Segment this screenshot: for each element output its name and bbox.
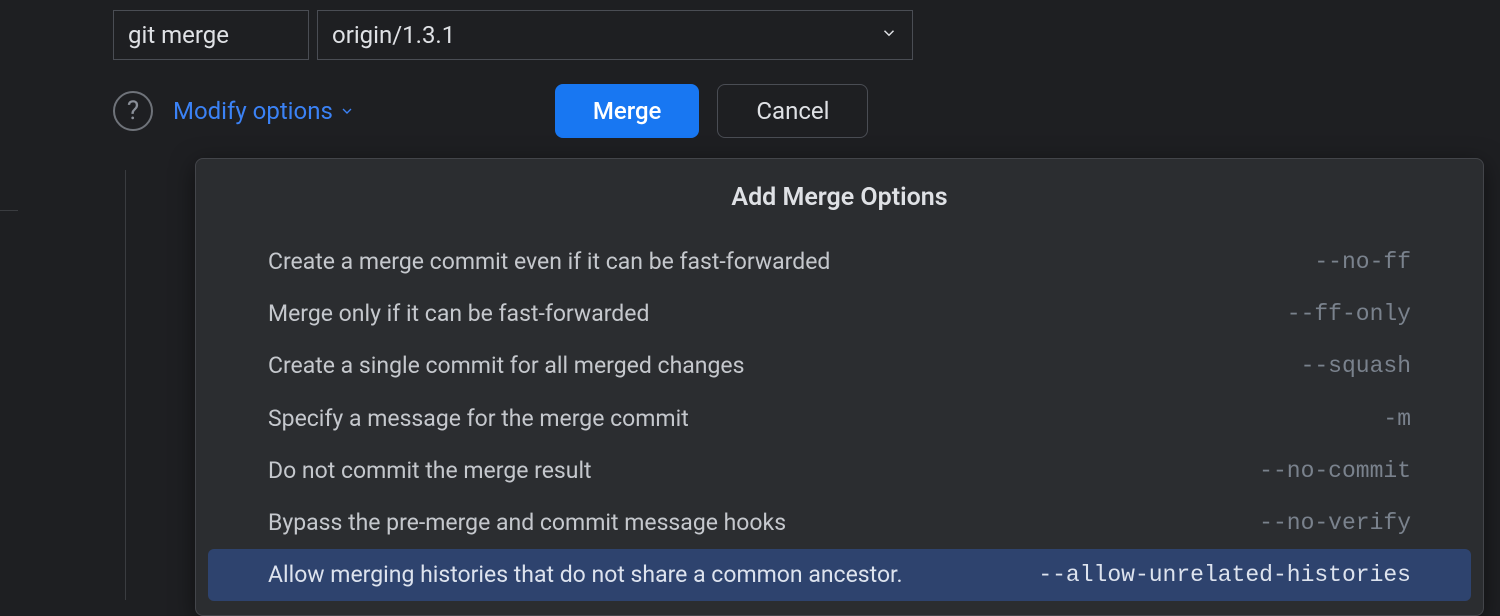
option-flag: --no-verify [1259,507,1411,539]
merge-button[interactable]: Merge [555,84,700,138]
option-desc: Bypass the pre-merge and commit message … [268,507,786,539]
merge-options-panel: Add Merge Options Create a merge commit … [195,158,1484,616]
question-mark-icon: ? [127,96,139,126]
option-flag: --no-ff [1314,246,1411,278]
chevron-down-icon [880,24,898,47]
panel-title: Add Merge Options [196,183,1483,212]
merge-dialog-top: git merge origin/1.3.1 ? Modify options … [113,10,913,138]
option-flag: --squash [1301,350,1411,382]
option-desc: Do not commit the merge result [268,455,592,487]
cancel-button[interactable]: Cancel [717,84,868,138]
option-row[interactable]: Do not commit the merge result --no-commi… [196,445,1483,497]
option-row[interactable]: Merge only if it can be fast-forwarded --… [196,288,1483,340]
option-desc: Create a single commit for all merged ch… [268,350,744,382]
command-row: git merge origin/1.3.1 [113,10,913,60]
option-flag: --allow-unrelated-histories [1038,559,1411,591]
branch-select[interactable]: origin/1.3.1 [317,10,913,60]
option-flag: --no-commit [1259,455,1411,487]
option-desc: Specify a message for the merge commit [268,403,689,435]
option-row[interactable]: Bypass the pre-merge and commit message … [196,497,1483,549]
tree-guide-stub [0,210,18,211]
options-list: Create a merge commit even if it can be … [196,236,1483,601]
tree-guide-line [125,170,126,600]
option-row[interactable]: Create a single commit for all merged ch… [196,340,1483,392]
modify-options-link[interactable]: Modify options [173,97,355,125]
option-row[interactable]: Specify a message for the merge commit -m [196,393,1483,445]
option-row[interactable]: Allow merging histories that do not shar… [208,549,1471,601]
option-row[interactable]: Create a merge commit even if it can be … [196,236,1483,288]
option-desc: Allow merging histories that do not shar… [268,559,903,591]
chevron-down-icon [339,97,355,125]
option-flag: --ff-only [1287,298,1411,330]
branch-value: origin/1.3.1 [332,21,455,49]
git-command-text: git merge [128,21,229,49]
help-icon[interactable]: ? [113,91,153,131]
controls-row: ? Modify options Merge Cancel [113,84,913,138]
option-desc: Create a merge commit even if it can be … [268,246,830,278]
modify-options-label: Modify options [173,97,333,125]
option-desc: Merge only if it can be fast-forwarded [268,298,649,330]
button-group: Merge Cancel [555,84,869,138]
git-command-field[interactable]: git merge [113,10,309,60]
option-flag: -m [1383,403,1411,435]
